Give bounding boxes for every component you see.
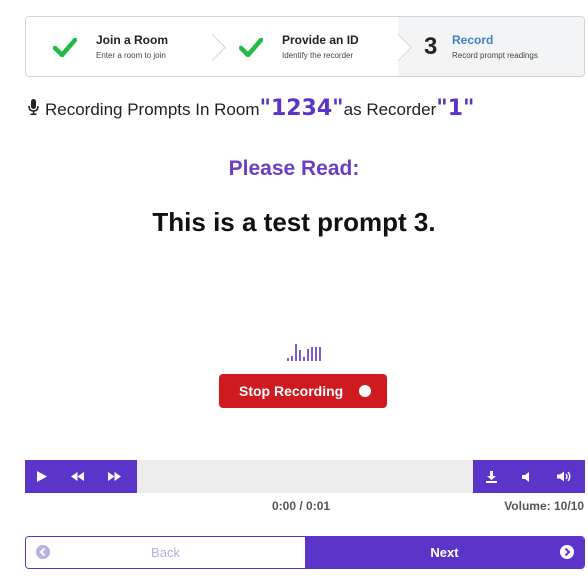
step-progress: Join a Room Enter a room to join Provide… [25,16,585,77]
next-arrow-icon [560,545,574,562]
rewind-icon[interactable] [71,472,84,481]
player-controls-left [25,460,137,493]
please-read-label: Please Read: [228,157,360,180]
next-label: Next [430,545,459,560]
step-title: Join a Room [96,32,169,47]
volume-down-icon[interactable] [521,471,532,482]
prompt-text: This is a test prompt 3. [152,207,436,237]
room-id: "1234" [259,96,344,121]
recorder-id: "1" [436,96,475,121]
player-time: 0:00 / 0:01 [272,499,331,513]
back-button[interactable]: Back [26,537,305,568]
stop-recording-button[interactable]: Stop Recording [219,374,387,408]
back-arrow-icon [36,545,50,562]
record-dot-icon [359,385,371,397]
check-icon [52,34,78,60]
play-icon[interactable] [37,471,47,482]
audio-level-icon [287,343,321,361]
step-description: Record prompt readings [452,50,538,60]
fast-forward-icon[interactable] [108,472,121,481]
player-controls-right [473,460,585,493]
stop-recording-label: Stop Recording [239,383,344,399]
step-record: 3 Record Record prompt readings [398,17,584,76]
step-number: 3 [424,32,438,60]
heading-prefix: Recording Prompts In Room [45,100,260,119]
step-provide-id: Provide an ID Identify the recorder [212,17,412,76]
step-title: Provide an ID [282,32,359,47]
step-description: Identify the recorder [282,50,354,60]
recording-heading: Recording Prompts In Room "1234" as Reco… [28,96,474,121]
volume-up-icon[interactable] [557,471,572,482]
back-label: Back [151,545,180,560]
player-volume: Volume: 10/10 [504,499,584,513]
heading-middle: as Recorder [343,100,437,119]
step-description: Enter a room to join [96,50,166,60]
check-icon [238,34,264,60]
next-button[interactable]: Next [305,537,584,568]
audio-player [25,460,585,493]
download-icon[interactable] [485,470,497,483]
step-title: Record [452,32,494,47]
microphone-icon [28,99,39,120]
prompt-navigation: Back Next [25,536,585,569]
step-join-room: Join a Room Enter a room to join [26,17,226,76]
